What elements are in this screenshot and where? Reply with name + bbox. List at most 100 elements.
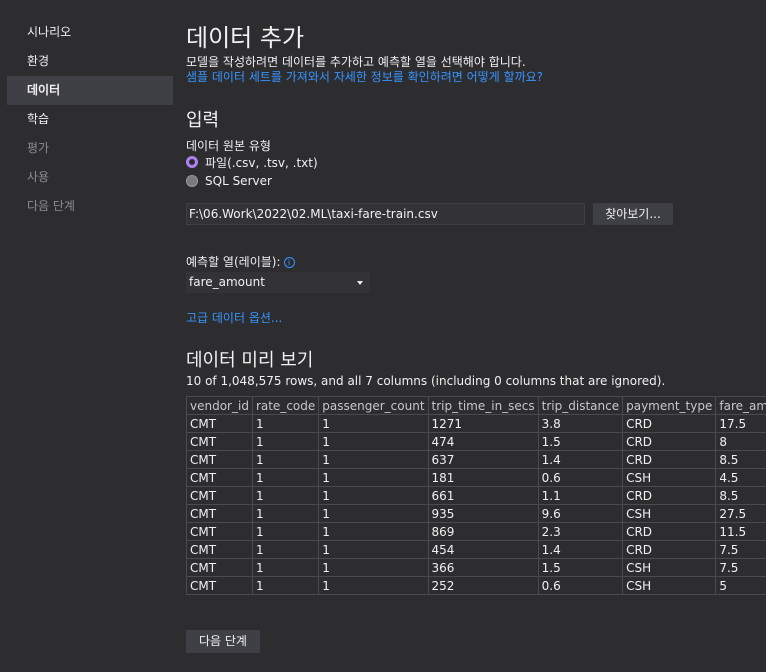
table-cell: 454 bbox=[427, 540, 539, 559]
page-title: 데이터 추가 bbox=[186, 24, 305, 52]
table-cell: 1 bbox=[251, 450, 320, 469]
input-section-title: 입력 bbox=[186, 110, 220, 131]
sample-dataset-link[interactable]: 샘플 데이터 세트를 가져와서 자세한 정보를 확인하려면 어떻게 할까요? bbox=[186, 68, 543, 85]
radio-option-sql-server[interactable]: SQL Server bbox=[186, 173, 272, 189]
table-row: CMT 1 1 869 2.3 CRD 11.5 bbox=[186, 522, 766, 541]
table-row: CMT 1 1 366 1.5 CSH 7.5 bbox=[186, 558, 766, 577]
table-cell: 1 bbox=[318, 504, 429, 523]
sidebar-item-train[interactable]: 학습 bbox=[7, 105, 173, 134]
column-header: rate_code bbox=[251, 396, 320, 415]
table-cell: 17.5 bbox=[715, 414, 766, 433]
radio-file-label: 파일(.csv, .tsv, .txt) bbox=[205, 155, 318, 170]
radio-option-file[interactable]: 파일(.csv, .tsv, .txt) bbox=[186, 154, 318, 170]
sidebar-item-evaluate: 평가 bbox=[27, 141, 50, 155]
info-icon[interactable]: i bbox=[283, 257, 295, 268]
table-cell: 935 bbox=[427, 504, 539, 523]
table-cell: 1 bbox=[318, 486, 429, 505]
table-cell: CMT bbox=[186, 576, 253, 595]
column-header: trip_distance bbox=[537, 396, 624, 415]
table-cell: 1 bbox=[251, 522, 320, 541]
table-cell: 1.1 bbox=[537, 486, 624, 505]
table-cell: 869 bbox=[427, 522, 539, 541]
table-cell: 8.5 bbox=[715, 450, 766, 469]
table-cell: 1.5 bbox=[537, 432, 624, 451]
table-cell: 1 bbox=[318, 432, 429, 451]
table-cell: CMT bbox=[186, 558, 253, 577]
table-cell: 252 bbox=[427, 576, 539, 595]
table-cell: 1 bbox=[251, 540, 320, 559]
radio-unselected-icon[interactable] bbox=[186, 175, 198, 187]
table-cell: CRD bbox=[622, 540, 717, 559]
table-cell: CSH bbox=[622, 558, 717, 577]
table-cell: CMT bbox=[186, 504, 253, 523]
table-cell: 1 bbox=[251, 486, 320, 505]
table-cell: 1 bbox=[318, 540, 429, 559]
table-cell: CMT bbox=[186, 450, 253, 469]
table-cell: 4.5 bbox=[715, 468, 766, 487]
table-cell: CMT bbox=[186, 486, 253, 505]
table-cell: 1 bbox=[251, 432, 320, 451]
table-row: CMT 1 1 661 1.1 CRD 8.5 bbox=[186, 486, 766, 505]
next-step-button[interactable]: 다음 단계 bbox=[186, 630, 260, 653]
predict-column-select[interactable]: fare_amount bbox=[186, 272, 370, 293]
table-cell: 27.5 bbox=[715, 504, 766, 523]
browse-button[interactable]: 찾아보기... bbox=[593, 203, 673, 225]
table-row: CMT 1 1 252 0.6 CSH 5 bbox=[186, 576, 766, 595]
table-cell: 1 bbox=[318, 468, 429, 487]
table-cell: 8 bbox=[715, 432, 766, 451]
table-row: CMT 1 1 454 1.4 CRD 7.5 bbox=[186, 540, 766, 559]
table-cell: 1 bbox=[318, 522, 429, 541]
table-cell: CSH bbox=[622, 576, 717, 595]
column-header: vendor_id bbox=[186, 396, 253, 415]
table-cell: 0.6 bbox=[537, 576, 624, 595]
table-cell: 1 bbox=[318, 576, 429, 595]
sidebar-item-environment[interactable]: 환경 bbox=[7, 47, 173, 76]
table-cell: CRD bbox=[622, 450, 717, 469]
sidebar-nav: 시나리오 환경 데이터 학습 평가 사용 다음 단계 bbox=[7, 18, 173, 221]
table-cell: 1 bbox=[251, 558, 320, 577]
table-cell: CMT bbox=[186, 432, 253, 451]
column-header: passenger_count bbox=[318, 396, 429, 415]
table-cell: CSH bbox=[622, 468, 717, 487]
radio-selected-icon[interactable] bbox=[186, 156, 198, 168]
table-cell: 661 bbox=[427, 486, 539, 505]
table-cell: 8.5 bbox=[715, 486, 766, 505]
table-row: CMT 1 1 935 9.6 CSH 27.5 bbox=[186, 504, 766, 523]
file-path-input[interactable]: F:\06.Work\2022\02.ML\taxi-fare-train.cs… bbox=[186, 203, 585, 225]
table-cell: 1.4 bbox=[537, 450, 624, 469]
table-cell: 1 bbox=[251, 504, 320, 523]
column-header: trip_time_in_secs bbox=[427, 396, 539, 415]
table-cell: 366 bbox=[427, 558, 539, 577]
table-cell: CRD bbox=[622, 432, 717, 451]
advanced-data-options-link[interactable]: 고급 데이터 옵션... bbox=[186, 309, 282, 326]
table-cell: 1 bbox=[318, 558, 429, 577]
table-cell: 5 bbox=[715, 576, 766, 595]
chevron-down-icon bbox=[357, 281, 363, 285]
table-cell: 181 bbox=[427, 468, 539, 487]
table-cell: 1 bbox=[251, 414, 320, 433]
source-type-label: 데이터 원본 유형 bbox=[186, 139, 271, 153]
predict-column-label: 예측할 열(레이블): bbox=[186, 255, 281, 269]
table-cell: 7.5 bbox=[715, 540, 766, 559]
table-cell: CRD bbox=[622, 486, 717, 505]
table-cell: 3.8 bbox=[537, 414, 624, 433]
predict-column-label-row: 예측할 열(레이블): i bbox=[186, 253, 295, 270]
table-cell: 1 bbox=[318, 450, 429, 469]
table-cell: CMT bbox=[186, 414, 253, 433]
data-preview-table: vendor_id rate_code passenger_count trip… bbox=[186, 396, 766, 595]
predict-column-value: fare_amount bbox=[189, 275, 265, 289]
table-row: CMT 1 1 637 1.4 CRD 8.5 bbox=[186, 450, 766, 469]
table-cell: 7.5 bbox=[715, 558, 766, 577]
sidebar-item-consume: 사용 bbox=[27, 170, 50, 184]
preview-section-title: 데이터 미리 보기 bbox=[186, 350, 314, 371]
radio-sql-label: SQL Server bbox=[205, 174, 272, 188]
table-body: CMT 1 1 1271 3.8 CRD 17.5 CMT 1 1 474 1.5 CRD 8 CMT 1 1 6… bbox=[186, 414, 766, 595]
table-cell: CMT bbox=[186, 468, 253, 487]
table-cell: CSH bbox=[622, 504, 717, 523]
sidebar-item-scenario[interactable]: 시나리오 bbox=[7, 18, 173, 47]
table-cell: CRD bbox=[622, 522, 717, 541]
table-cell: 0.6 bbox=[537, 468, 624, 487]
sidebar-item-data[interactable]: 데이터 bbox=[7, 76, 173, 105]
table-cell: 9.6 bbox=[537, 504, 624, 523]
table-cell: CMT bbox=[186, 540, 253, 559]
